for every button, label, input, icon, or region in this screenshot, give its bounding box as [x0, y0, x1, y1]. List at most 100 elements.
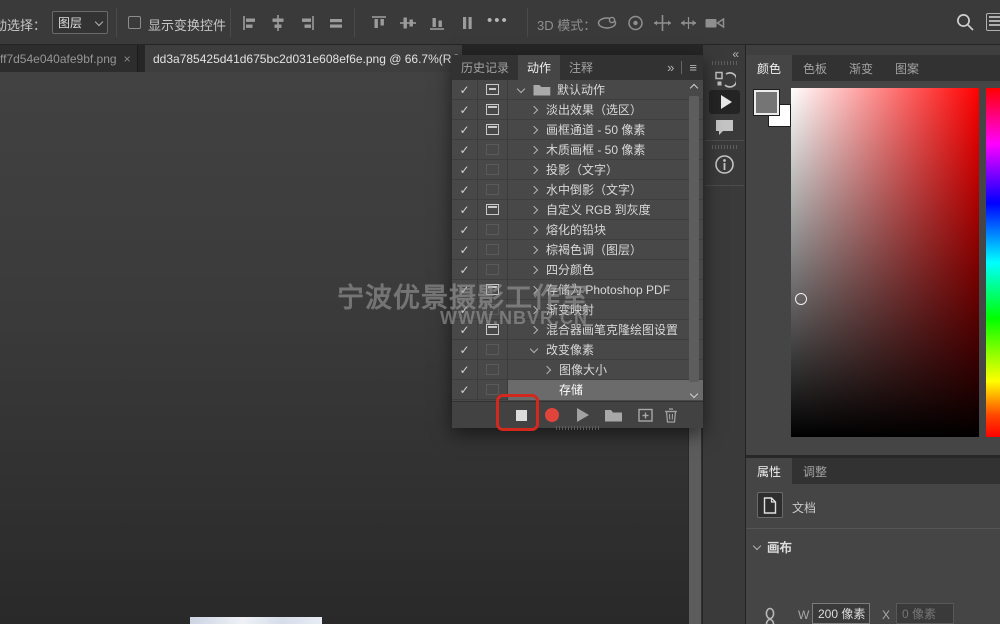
dialog-toggle-icon[interactable]	[486, 84, 499, 95]
chevron-right-icon[interactable]	[530, 265, 538, 273]
dialog-toggle-icon[interactable]	[486, 384, 499, 395]
dialog-toggle-icon[interactable]	[486, 104, 499, 115]
3d-slide-icon[interactable]	[677, 13, 700, 33]
action-row[interactable]: ✓ 改变像素	[452, 340, 703, 360]
action-row[interactable]: ✓棕褐色调（图层）	[452, 240, 703, 260]
collapse-panels-icon[interactable]: «	[732, 47, 739, 61]
chevron-right-icon[interactable]	[530, 145, 538, 153]
color-saturation-field[interactable]	[791, 88, 979, 437]
chevron-right-icon[interactable]	[530, 185, 538, 193]
action-row[interactable]: ✓渐变映射	[452, 300, 703, 320]
toggle-dialog-cell[interactable]	[478, 340, 508, 360]
toggle-item-check[interactable]: ✓	[452, 240, 478, 260]
toggle-item-check[interactable]: ✓	[452, 180, 478, 200]
toggle-item-check[interactable]: ✓	[452, 360, 478, 380]
chevron-right-icon[interactable]	[530, 305, 538, 313]
toggle-dialog-cell[interactable]	[478, 240, 508, 260]
tab-gradients[interactable]: 渐变	[838, 55, 884, 81]
action-row[interactable]: ✓图像大小	[452, 360, 703, 380]
tab-patterns[interactable]: 图案	[884, 55, 930, 81]
chevron-down-icon[interactable]	[517, 84, 525, 92]
toggle-item-check[interactable]: ✓	[452, 320, 478, 340]
tab-properties[interactable]: 属性	[746, 458, 792, 484]
toggle-dialog-cell[interactable]	[478, 80, 508, 100]
action-row[interactable]: ✓存储	[452, 380, 703, 400]
notes-panel-icon[interactable]	[713, 116, 736, 139]
action-row[interactable]: ✓默认动作	[452, 80, 703, 100]
toggle-item-check[interactable]: ✓	[452, 120, 478, 140]
toggle-item-check[interactable]: ✓	[452, 200, 478, 220]
chevron-down-icon[interactable]	[530, 344, 538, 352]
document-tab-inactive[interactable]: ff7d54e040afe9bf.png ×	[0, 45, 138, 72]
action-row-body[interactable]: 默认动作	[508, 80, 703, 100]
new-set-button[interactable]	[600, 402, 626, 428]
dialog-toggle-icon[interactable]	[486, 284, 499, 295]
tab-adjustments[interactable]: 调整	[792, 458, 838, 484]
expand-panel-icon[interactable]: »	[667, 60, 674, 75]
chevron-right-icon[interactable]	[530, 325, 538, 333]
more-options-icon[interactable]: •••	[487, 12, 509, 29]
panel-menu-icon[interactable]: ≡	[689, 60, 697, 75]
align-middle-horizontal-icon[interactable]	[398, 13, 418, 33]
toggle-item-check[interactable]: ✓	[452, 280, 478, 300]
toggle-item-check[interactable]: ✓	[452, 260, 478, 280]
hue-slider[interactable]	[986, 88, 1000, 437]
action-row-body[interactable]: 淡出效果（选区）	[508, 100, 703, 120]
chevron-right-icon[interactable]	[530, 125, 538, 133]
history-panel-icon[interactable]	[713, 69, 736, 92]
action-row-body[interactable]: 画框通道 - 50 像素	[508, 120, 703, 140]
toggle-item-check[interactable]: ✓	[452, 160, 478, 180]
toggle-dialog-cell[interactable]	[478, 220, 508, 240]
action-row-body[interactable]: 四分颜色	[508, 260, 703, 280]
document-tab-active[interactable]: dd3a785425d41d675bc2d031e608ef6e.png @ 6…	[145, 45, 462, 72]
panel-resize-grip[interactable]	[556, 426, 600, 430]
chevron-right-icon[interactable]	[530, 105, 538, 113]
toggle-dialog-cell[interactable]	[478, 260, 508, 280]
document-image-edge[interactable]	[190, 617, 322, 624]
link-dimensions-icon[interactable]	[764, 607, 776, 624]
dialog-toggle-icon[interactable]	[486, 124, 499, 135]
chevron-right-icon[interactable]	[530, 225, 538, 233]
action-row[interactable]: ✓淡出效果（选区）	[452, 100, 703, 120]
width-field[interactable]: 200 像素	[812, 603, 870, 624]
toggle-dialog-cell[interactable]	[478, 120, 508, 140]
3d-orbit-icon[interactable]	[596, 13, 619, 33]
dialog-toggle-icon[interactable]	[486, 324, 499, 335]
action-row-body[interactable]: 渐变映射	[508, 300, 703, 320]
chevron-right-icon[interactable]	[530, 285, 538, 293]
action-row-body[interactable]: 水中倒影（文字）	[508, 180, 703, 200]
search-icon[interactable]	[955, 12, 975, 32]
action-row[interactable]: ✓木质画框 - 50 像素	[452, 140, 703, 160]
chevron-right-icon[interactable]	[530, 245, 538, 253]
close-tab-icon[interactable]: ×	[124, 52, 131, 66]
action-row-body[interactable]: 改变像素	[508, 340, 703, 360]
toggle-dialog-cell[interactable]	[478, 280, 508, 300]
dialog-toggle-icon[interactable]	[486, 184, 499, 195]
align-top-icon[interactable]	[369, 13, 389, 33]
toggle-item-check[interactable]: ✓	[452, 380, 478, 400]
panel-grip[interactable]	[712, 145, 737, 149]
toggle-item-check[interactable]: ✓	[452, 220, 478, 240]
dialog-toggle-icon[interactable]	[486, 164, 499, 175]
dialog-toggle-icon[interactable]	[486, 304, 499, 315]
new-action-button[interactable]	[634, 402, 656, 428]
align-left-icon[interactable]	[240, 13, 260, 33]
tab-color[interactable]: 颜色	[746, 55, 792, 81]
toggle-dialog-cell[interactable]	[478, 140, 508, 160]
distribute-horizontal-icon[interactable]	[326, 13, 346, 33]
toggle-dialog-cell[interactable]	[478, 160, 508, 180]
foreground-color-swatch[interactable]	[754, 90, 779, 115]
x-field[interactable]: 0 像素	[896, 603, 954, 624]
dialog-toggle-icon[interactable]	[486, 344, 499, 355]
tab-actions[interactable]: 动作	[518, 55, 560, 80]
action-row-body[interactable]: 存储为 Photoshop PDF	[508, 280, 703, 300]
3d-roll-icon[interactable]	[624, 13, 647, 33]
action-row[interactable]: ✓ 水中倒影（文字）	[452, 180, 703, 200]
toggle-item-check[interactable]: ✓	[452, 140, 478, 160]
action-row-body[interactable]: 自定义 RGB 到灰度	[508, 200, 703, 220]
3d-camera-icon[interactable]	[703, 13, 726, 33]
show-transform-checkbox[interactable]	[128, 16, 141, 29]
toggle-item-check[interactable]: ✓	[452, 340, 478, 360]
scroll-down-icon[interactable]	[690, 390, 698, 398]
chevron-right-icon[interactable]	[543, 365, 551, 373]
